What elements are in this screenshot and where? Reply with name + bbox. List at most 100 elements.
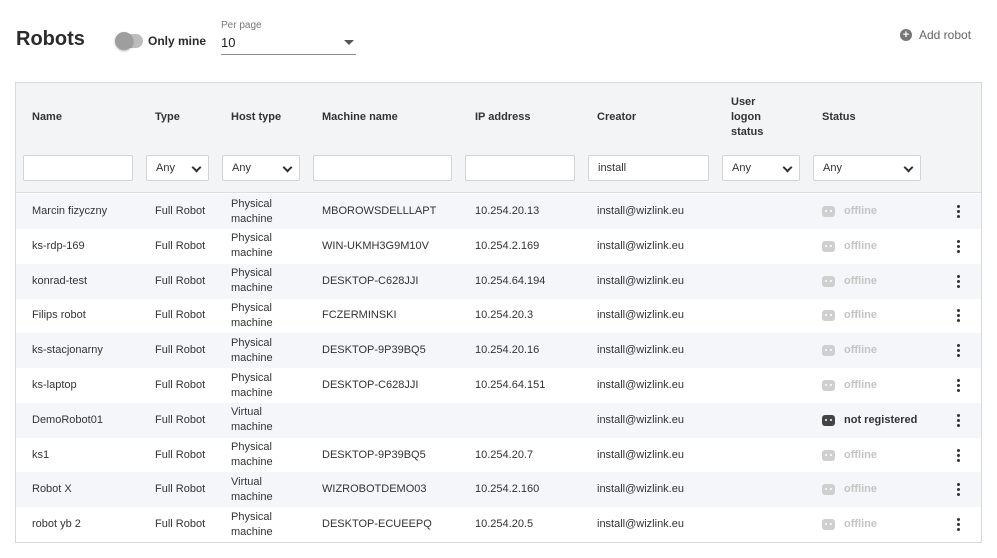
cell-machine-name: DESKTOP-C628JJI [322,379,419,391]
table-row[interactable]: DemoRobot01 Full Robot Virtual machine inst… [16,402,981,438]
user-logon-status-filter-select[interactable]: Any [722,155,800,181]
table-header: Name Type Host type Machine name IP addr… [16,83,981,193]
cell-machine-name: MBOROWSDELLLAPT [322,205,437,217]
cell-creator: install@wizlink.eu [597,413,684,426]
cell-type: Full Robot [155,518,206,531]
cell-ip-address [475,403,590,438]
row-menu-icon[interactable] [952,274,964,289]
cell-name: ks-stacjonarny [32,344,103,357]
ip-address-filter-input[interactable] [465,155,575,181]
cell-host-type: Physical machine [231,371,273,399]
cell-name: Marcin fizyczny [32,205,108,217]
robot-icon [822,380,835,391]
row-menu-icon[interactable] [952,378,964,393]
status-filter-select[interactable]: Any [813,155,921,181]
cell-ip-address: 10.254.64.194 [475,274,546,287]
table-row[interactable]: Robot X Full Robot Virtual machine WIZROBOT… [16,472,981,508]
column-header-host-type[interactable]: Host type [231,110,281,125]
table-row[interactable]: ks-stacjonarny Full Robot Physical machine… [16,333,981,369]
cell-type: Full Robot [155,274,206,287]
cell-status: offline [822,229,942,264]
cell-user-logon-status [731,472,811,507]
table-row[interactable]: ks-rdp-169 Full Robot Physical machine WIN-… [16,229,981,264]
robot-icon [822,240,835,252]
cell-machine-name: FCZERMINSKI [322,309,397,322]
robot-icon [822,519,835,531]
status-text: offline [844,518,877,531]
column-header-type[interactable]: Type [155,110,180,125]
cell-status: offline [822,472,942,507]
status-text: offline [844,205,877,217]
cell-type: Full Robot [155,309,206,322]
cell-type: Full Robot [155,205,206,217]
table-row[interactable]: Filips robot Full Robot Physical machine FC… [16,298,981,333]
cell-user-logon-status [731,229,811,264]
status-text: offline [844,239,877,252]
cell-creator: install@wizlink.eu [597,518,684,531]
add-robot-button[interactable]: + Add robot [900,27,971,43]
column-header-status[interactable]: Status [822,110,856,125]
row-menu-icon[interactable] [952,413,964,428]
cell-name: Filips robot [32,309,86,322]
cell-name: DemoRobot01 [32,413,103,426]
column-header-name[interactable]: Name [32,110,62,125]
cell-ip-address: 10.254.2.169 [475,239,540,252]
status-text: offline [844,309,877,322]
table-row[interactable]: konrad-test Full Robot Physical machine DES… [16,263,981,299]
cell-status: not registered [822,403,942,438]
status-text: offline [844,344,877,357]
cell-creator: install@wizlink.eu [597,379,684,391]
cell-creator: install@wizlink.eu [597,239,684,252]
status-text: offline [844,379,877,391]
table-row[interactable]: ks-laptop Full Robot Physical machine DESKT… [16,368,981,403]
menu-dot [956,274,960,278]
cell-status: offline [822,264,942,299]
row-menu-icon[interactable] [952,204,964,219]
status-text: offline [844,448,877,461]
robot-icon [822,275,835,287]
status-text: not registered [844,413,918,426]
cell-user-logon-status [731,507,811,542]
cell-user-logon-status [731,264,811,299]
row-menu-icon[interactable] [952,448,964,463]
row-menu-icon[interactable] [952,517,964,532]
robot-icon [822,484,835,496]
robot-icon [822,206,835,217]
cell-user-logon-status [731,298,811,333]
creator-filter-input[interactable]: install [588,155,709,181]
type-filter-select[interactable]: Any [146,155,209,181]
table-row[interactable]: Marcin fizyczny Full Robot Physical machin… [16,194,981,229]
per-page-value: 10 [221,35,236,50]
machine-name-filter-input[interactable] [313,155,452,181]
table-row[interactable]: robot yb 2 Full Robot Physical machine DESK… [16,507,981,542]
cell-creator: install@wizlink.eu [597,309,684,322]
cell-status: offline [822,298,942,333]
name-filter-input[interactable] [23,155,133,181]
cell-creator: install@wizlink.eu [597,205,684,217]
column-header-machine-name[interactable]: Machine name [322,110,398,125]
column-header-ip-address[interactable]: IP address [475,110,530,125]
menu-dot [956,279,960,283]
cell-status: offline [822,368,942,403]
cell-type: Full Robot [155,379,206,391]
table-row[interactable]: ks1 Full Robot Physical machine DESKTOP-9P3… [16,438,981,473]
row-menu-icon[interactable] [952,482,964,497]
host-type-filter-select[interactable]: Any [222,155,300,181]
cell-machine-name: DESKTOP-ECUEEPQ [322,518,432,531]
cell-name: Robot X [32,483,72,496]
row-menu-icon[interactable] [952,308,964,323]
cell-host-type: Physical machine [231,267,273,295]
cell-status: offline [822,194,942,229]
cell-ip-address: 10.254.20.13 [475,205,540,217]
column-header-creator[interactable]: Creator [597,110,636,125]
cell-user-logon-status [731,438,811,473]
status-text: offline [844,274,877,287]
cell-host-type: Virtual machine [231,475,273,503]
menu-dot [956,418,960,422]
cell-ip-address: 10.254.2.160 [475,483,540,496]
per-page-select[interactable]: Per page 10 [221,18,356,55]
row-menu-icon[interactable] [952,239,964,254]
column-header-user-logon-status[interactable]: User logon status [731,95,781,140]
only-mine-toggle[interactable] [115,32,143,50]
row-menu-icon[interactable] [952,343,964,358]
